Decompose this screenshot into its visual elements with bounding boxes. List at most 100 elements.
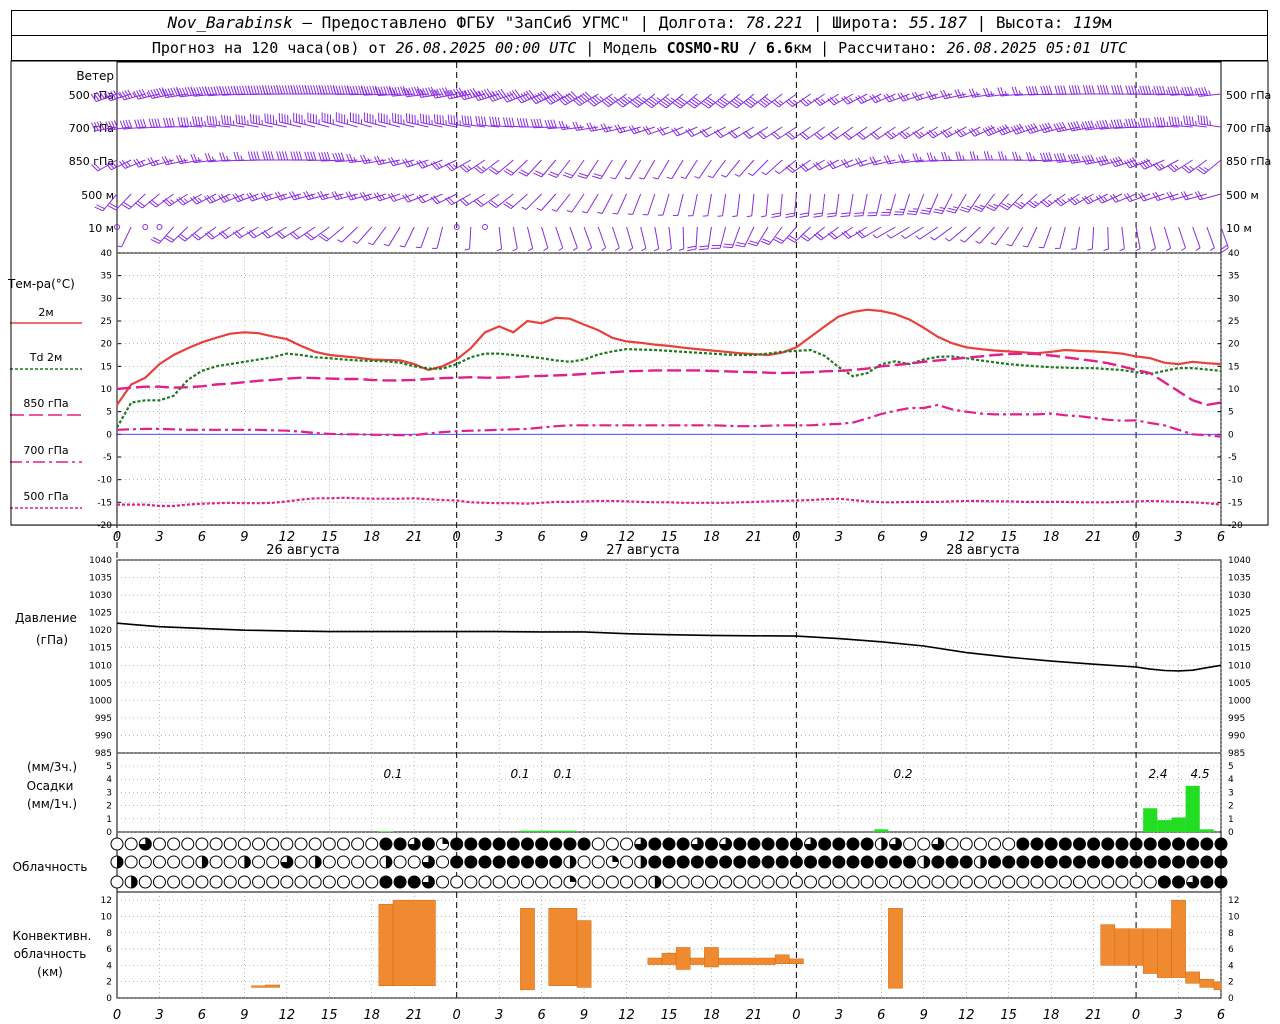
wind-barb-shaft	[571, 193, 585, 213]
wind-barb-shaft	[526, 226, 534, 249]
wind-barb-shaft	[980, 193, 995, 212]
wind-barb-flag	[367, 242, 373, 246]
cloud-fill	[1101, 856, 1114, 868]
cloud-fill	[677, 838, 690, 850]
wind-barb-flag	[1160, 163, 1165, 169]
cloud-symbol	[690, 837, 704, 851]
wind-barb-flag	[1135, 248, 1141, 252]
wind-barb-flag	[1031, 86, 1036, 95]
cloud-fill	[578, 838, 591, 850]
wind-barb-flag	[551, 208, 557, 212]
wind-barb-icon	[610, 159, 627, 180]
wind-barb-flag	[933, 211, 943, 215]
wind-barb-flag	[905, 94, 909, 100]
cloud-fill	[691, 856, 704, 868]
wind-barb-shaft	[420, 226, 429, 248]
cloud-circle	[252, 837, 266, 851]
cloud-symbol	[407, 837, 421, 851]
wind-barb-flag	[930, 236, 935, 241]
cloud-symbol	[223, 837, 237, 851]
wind-barb-flag	[1071, 248, 1077, 250]
wind-barb-flag	[218, 120, 221, 126]
cloud-circle	[1115, 875, 1129, 889]
cloud-symbol	[1143, 875, 1157, 889]
precip-bar	[520, 830, 535, 832]
wind-barb-flag	[310, 151, 314, 161]
cloud-symbol	[308, 855, 322, 869]
wind-barb-shaft	[643, 159, 656, 180]
temp-title: Тем-ра(°C)	[7, 277, 75, 291]
wind-barb-flag	[186, 117, 190, 127]
pressure-tick-label: 1030	[1228, 591, 1251, 601]
precip-tick-label: 2	[106, 802, 112, 812]
wind-barb-icon	[640, 226, 647, 252]
cloud-fill	[464, 856, 477, 868]
wind-barb-flag	[579, 172, 588, 177]
cloud-circle	[464, 875, 478, 889]
cloud-fill	[719, 856, 732, 868]
wind-barb-icon	[678, 226, 685, 251]
cloud-symbol	[478, 875, 492, 889]
legend-t700-label: 700 гПа	[23, 444, 68, 457]
wind-barb-icon	[1149, 226, 1156, 252]
cloud-symbol	[464, 855, 478, 869]
wind-barb-icon	[566, 193, 585, 213]
wind-barb-shaft	[510, 193, 528, 209]
wind-barb-shaft	[820, 126, 840, 141]
cloud-symbol	[634, 855, 648, 869]
precip-bar	[874, 829, 889, 832]
wind-barb-flag	[216, 86, 221, 95]
wind-barb-icon	[906, 193, 925, 216]
wind-barb-flag	[438, 162, 443, 168]
cloud-symbol	[322, 875, 336, 889]
cloud-fill	[931, 856, 944, 868]
wind-barb-flag	[1174, 164, 1180, 170]
wind-barb-icon	[886, 226, 910, 239]
wind-barb-shaft	[889, 193, 896, 216]
wind-barb-flag	[581, 210, 588, 214]
wind-barb-icon	[912, 126, 939, 139]
cloud-symbol	[591, 837, 605, 851]
wind-barb-flag	[653, 248, 659, 252]
cloud-circle	[959, 837, 973, 851]
wind-barb-icon	[652, 159, 670, 180]
cloud-symbol	[167, 855, 181, 869]
cloud-fill	[479, 856, 491, 868]
wind-barb-flag	[834, 98, 840, 103]
wind-calm-icon	[156, 224, 163, 230]
wind-barb-flag	[548, 173, 557, 178]
wind-barb-flag	[1063, 85, 1067, 95]
wind-barb-shaft	[640, 226, 647, 249]
wind-barb-shaft	[436, 226, 444, 249]
cloud-symbol	[110, 837, 124, 851]
cloud-symbol	[1002, 855, 1016, 869]
wind-barb-shaft	[934, 226, 953, 241]
wind-barb-flag	[1047, 199, 1053, 204]
wind-barb-flag	[1094, 123, 1098, 129]
wind-barb-shaft	[949, 226, 967, 242]
wind-barb-flag	[170, 199, 175, 204]
wind-barb-icon	[799, 93, 825, 107]
cloud-symbol	[945, 875, 959, 889]
wind-barb-icon	[626, 226, 634, 252]
conv-bar	[1213, 981, 1222, 991]
cloud-symbol	[407, 875, 421, 889]
cloud-fill	[923, 855, 930, 868]
wind-barb-icon	[1006, 226, 1024, 247]
hour-tick-label: 0	[113, 530, 121, 545]
cloud-circle	[506, 875, 520, 889]
wind-barb-flag	[508, 117, 512, 127]
wind-barb-shaft	[765, 159, 783, 176]
legend-td2m-label: Td 2м	[29, 351, 63, 364]
cloud-symbol	[1115, 855, 1129, 869]
wind-barb-icon	[743, 93, 769, 109]
hour-tick-label: 6	[1217, 1008, 1225, 1023]
wind-barb-shaft	[682, 226, 685, 250]
wind-barb-icon	[555, 226, 564, 252]
wind-barb-flag	[1114, 85, 1118, 95]
cloud-fill	[1045, 856, 1058, 868]
hour-tick-label: 18	[1043, 530, 1060, 545]
hour-tick-label: 9	[920, 530, 928, 545]
cloud-fill	[535, 838, 548, 850]
wind-barb-flag	[1191, 116, 1195, 126]
